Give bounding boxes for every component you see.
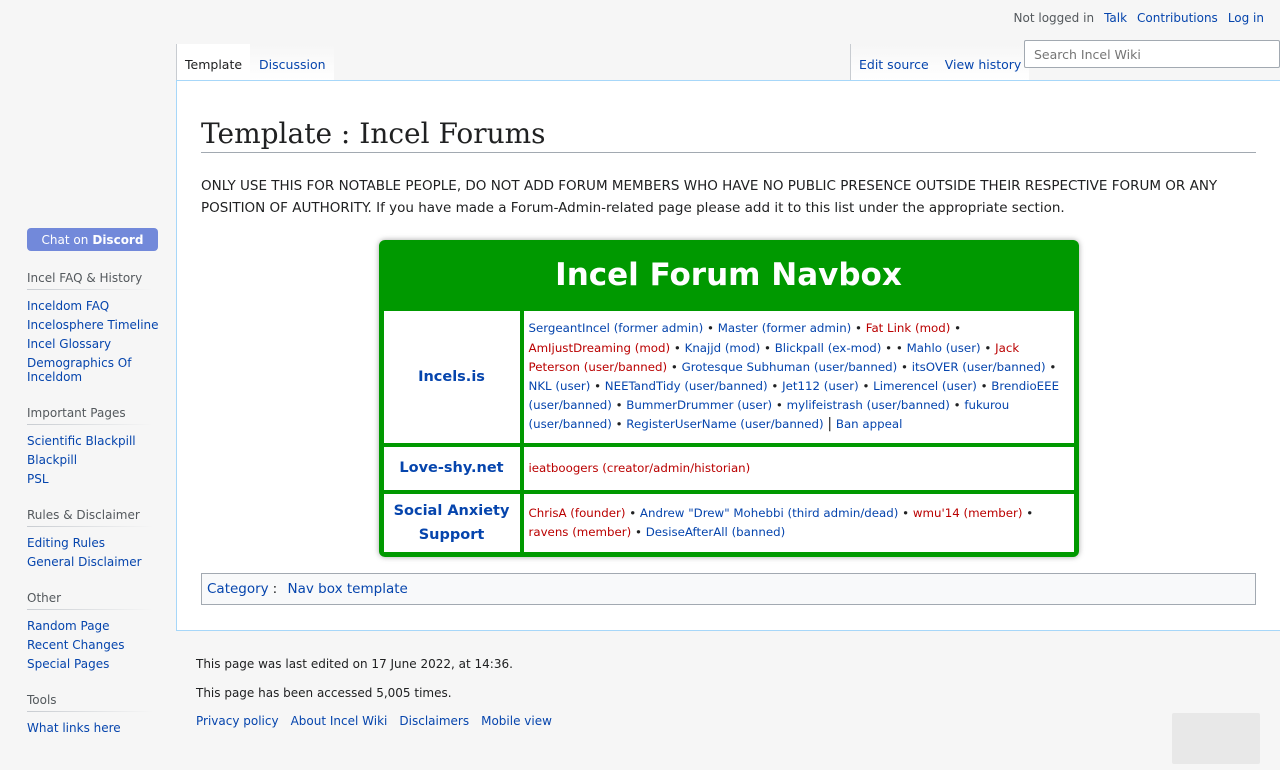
about-link[interactable]: About Incel Wiki: [291, 714, 388, 728]
navbox-list: ChrisA (founder) • Andrew "Drew" Mohebbi…: [523, 493, 1074, 553]
navbox-link[interactable]: RegisterUserName (user/banned): [626, 417, 823, 431]
navbox-link[interactable]: NEETandTidy (user/banned): [605, 379, 768, 393]
navbox-link[interactable]: NKL (user): [529, 379, 591, 393]
portal-heading: Tools: [27, 693, 152, 712]
navbox-group-social-anxiety-support[interactable]: Social Anxiety Support: [384, 499, 520, 547]
chat-button-brand: Discord: [92, 232, 144, 247]
view-tabs: Edit source View history: [850, 44, 1030, 80]
portal-important-pages: Important Pages Scientific Blackpill Bla…: [27, 406, 162, 488]
contributions-link[interactable]: Contributions: [1137, 11, 1218, 25]
navbox-link[interactable]: itsOVER (user/banned): [912, 360, 1046, 374]
navbox-link[interactable]: Mahlo (user): [907, 341, 981, 355]
sidebar-item-demographics[interactable]: Demographics Of Inceldom: [27, 356, 131, 384]
disclaimers-link[interactable]: Disclaimers: [399, 714, 469, 728]
footer-view-count: This page has been accessed 5,005 times.: [196, 686, 452, 700]
sidebar-item-recent-changes[interactable]: Recent Changes: [27, 638, 124, 652]
navbox-link-redlink[interactable]: AmIjustDreaming (mod): [529, 341, 671, 355]
portal-heading: Important Pages: [27, 406, 152, 425]
navbox-link[interactable]: mylifeistrash (user/banned): [787, 398, 950, 412]
search-input[interactable]: [1024, 40, 1280, 68]
notice-text: ONLY USE THIS FOR NOTABLE PEOPLE, DO NOT…: [201, 178, 1218, 217]
navbox-title: Incel Forum Navbox: [555, 257, 902, 294]
navbox-row-loveshy: Love-shy.net ieatboogers (creator/admin/…: [383, 446, 1074, 490]
navbox-link-redlink[interactable]: wmu'14 (member): [913, 506, 1023, 520]
sidebar-item-special-pages[interactable]: Special Pages: [27, 657, 109, 671]
ban-appeal-link[interactable]: Ban appeal: [836, 417, 903, 431]
sidebar-item-random-page[interactable]: Random Page: [27, 619, 110, 633]
namespace-tabs: Template Discussion: [176, 44, 334, 80]
navbox-link[interactable]: BummerDrummer (user): [626, 398, 772, 412]
category-nav-box-template-link[interactable]: Nav box template: [288, 581, 408, 597]
powered-by-badge[interactable]: [1172, 713, 1260, 764]
navbox-group-incels-is[interactable]: Incels.is: [418, 365, 485, 389]
mobile-view-link[interactable]: Mobile view: [481, 714, 552, 728]
chat-button-prefix: Chat on: [41, 232, 89, 247]
tab-edit-source[interactable]: Edit source: [851, 44, 937, 80]
navbox-row-sas: Social Anxiety Support ChrisA (founder) …: [383, 493, 1074, 553]
sidebar-item-scientific-blackpill[interactable]: Scientific Blackpill: [27, 434, 136, 448]
navbox-link[interactable]: Limerencel (user): [873, 379, 977, 393]
content-area: Template : Incel Forums ONLY USE THIS FO…: [176, 80, 1280, 631]
portal-heading: Incel FAQ & History: [27, 271, 152, 290]
footer: This page was last edited on 17 June 202…: [196, 656, 552, 728]
sidebar-item-editing-rules[interactable]: Editing Rules: [27, 536, 105, 550]
tab-template[interactable]: Template: [177, 44, 251, 80]
sidebar-item-inceldom-faq[interactable]: Inceldom FAQ: [27, 299, 109, 313]
navbox-link[interactable]: Grotesque Subhuman (user/banned): [682, 360, 898, 374]
navbox-row-incels: Incels.is SergeantIncel (former admin) •…: [383, 311, 1074, 443]
portal-heading: Rules & Disclaimer: [27, 508, 152, 527]
category-links: Category: Nav box template: [201, 573, 1256, 606]
navbox-list: ieatboogers (creator/admin/historian): [523, 446, 1074, 490]
chat-discord-button[interactable]: Chat on Discord: [27, 228, 158, 251]
footer-last-edited: This page was last edited on 17 June 202…: [196, 657, 513, 671]
sidebar-item-psl[interactable]: PSL: [27, 472, 49, 486]
sidebar-item-general-disclaimer[interactable]: General Disclaimer: [27, 555, 142, 569]
category-label-link[interactable]: Category: [207, 581, 269, 597]
not-logged-in-text: Not logged in: [1013, 11, 1095, 25]
sidebar-item-blackpill[interactable]: Blackpill: [27, 453, 77, 467]
portal-heading: Other: [27, 591, 152, 610]
navbox-link[interactable]: Andrew "Drew" Mohebbi (third admin/dead): [640, 506, 898, 520]
navbox-link[interactable]: SergeantIncel (former admin): [529, 321, 704, 335]
login-link[interactable]: Log in: [1228, 11, 1264, 25]
navbox-link[interactable]: Master (former admin): [718, 321, 852, 335]
navbox-link[interactable]: Knajjd (mod): [685, 341, 761, 355]
navbox-link-redlink[interactable]: ravens (member): [529, 525, 632, 539]
privacy-policy-link[interactable]: Privacy policy: [196, 714, 279, 728]
talk-link[interactable]: Talk: [1104, 11, 1127, 25]
personal-tools: Not logged in Talk Contributions Log in: [1014, 11, 1264, 25]
sidebar: Chat on Discord Incel FAQ & History Ince…: [27, 228, 162, 737]
page-title: Template : Incel Forums: [201, 116, 1256, 154]
portal-other: Other Random Page Recent Changes Special…: [27, 591, 162, 673]
navbox-list: SergeantIncel (former admin) • Master (f…: [523, 311, 1074, 443]
tab-discussion[interactable]: Discussion: [250, 44, 334, 80]
footer-places: Privacy policy About Incel Wiki Disclaim…: [196, 714, 552, 728]
portal-tools: Tools What links here: [27, 693, 162, 737]
category-colon: :: [272, 581, 278, 598]
tab-view-history[interactable]: View history: [936, 44, 1030, 80]
navbox-link[interactable]: Jet112 (user): [782, 379, 859, 393]
sidebar-item-incel-glossary[interactable]: Incel Glossary: [27, 337, 111, 351]
navbox-group-love-shy[interactable]: Love-shy.net: [399, 456, 503, 480]
navbox-link-redlink[interactable]: ieatboogers (creator/admin/historian): [529, 459, 751, 478]
sidebar-item-what-links-here[interactable]: What links here: [27, 721, 121, 735]
navbox-link-redlink[interactable]: ChrisA (founder): [529, 506, 626, 520]
navbox-link[interactable]: DesiseAfterAll (banned): [646, 525, 786, 539]
navbox-link[interactable]: Blickpall (ex-mod): [775, 341, 882, 355]
portal-rules-disclaimer: Rules & Disclaimer Editing Rules General…: [27, 508, 162, 571]
portal-faq-history: Incel FAQ & History Inceldom FAQ Incelos…: [27, 271, 162, 386]
sidebar-item-incelosphere-timeline[interactable]: Incelosphere Timeline: [27, 318, 159, 332]
navbox: Incel Forum Navbox Incels.is SergeantInc…: [378, 240, 1079, 558]
navbox-link-redlink[interactable]: Fat Link (mod): [866, 321, 951, 335]
